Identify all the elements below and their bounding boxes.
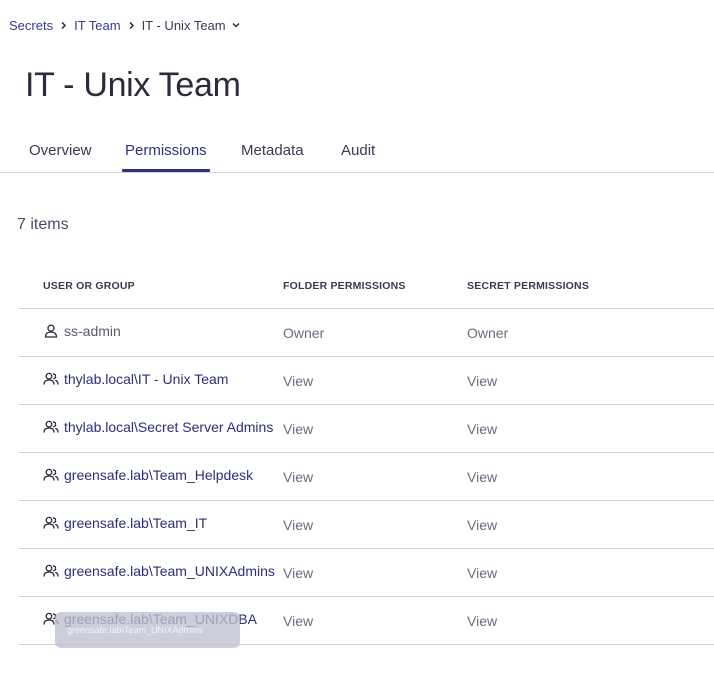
- tab-bar: Overview Permissions Metadata Audit: [0, 132, 714, 173]
- permissions-table: USER OR GROUP FOLDER PERMISSIONS SECRET …: [19, 262, 714, 645]
- cell-user-or-group[interactable]: thylab.local\Secret Server Admins: [43, 419, 280, 435]
- breadcrumb-current-label: IT - Unix Team: [141, 18, 226, 33]
- item-count: 7 items: [17, 216, 69, 233]
- breadcrumb-it-team-link[interactable]: IT Team: [74, 18, 120, 33]
- user-or-group-name[interactable]: thylab.local\Secret Server Admins: [64, 419, 273, 435]
- cell-secret-permission: View: [467, 469, 498, 485]
- table-body: ss-admin Owner Owner thylab.local\IT - Unix…: [19, 309, 714, 645]
- table-header: USER OR GROUP FOLDER PERMISSIONS SECRET …: [19, 262, 714, 309]
- group-icon: [43, 563, 59, 579]
- group-icon: [43, 467, 59, 483]
- breadcrumb-current[interactable]: IT - Unix Team: [142, 18, 242, 33]
- table-row[interactable]: greensafe.lab\Team_Helpdesk View View: [19, 453, 714, 501]
- table-row[interactable]: greensafe.lab\Team_IT View View: [19, 501, 714, 549]
- cell-folder-permission: View: [283, 565, 314, 581]
- cell-folder-permission: View: [283, 517, 314, 533]
- user-or-group-name[interactable]: greensafe.lab\Team_Helpdesk: [64, 467, 253, 483]
- cell-user-or-group[interactable]: greensafe.lab\Team_UNIXAdmins: [43, 563, 280, 579]
- cell-secret-permission: View: [467, 373, 498, 389]
- table-row[interactable]: thylab.local\IT - Unix Team View View: [19, 357, 714, 405]
- column-header-secret-permissions[interactable]: SECRET PERMISSIONS: [467, 280, 589, 292]
- tab-permissions[interactable]: Permissions: [125, 142, 207, 172]
- cell-user-or-group[interactable]: thylab.local\IT - Unix Team: [43, 371, 280, 387]
- cell-folder-permission: View: [283, 373, 314, 389]
- cell-secret-permission: View: [467, 421, 498, 437]
- tab-overview[interactable]: Overview: [29, 142, 92, 172]
- chevron-right-icon: [59, 21, 68, 30]
- user-or-group-name[interactable]: greensafe.lab\Team_IT: [64, 515, 207, 531]
- column-header-user-or-group[interactable]: USER OR GROUP: [43, 280, 135, 292]
- tab-audit[interactable]: Audit: [341, 142, 375, 172]
- user-or-group-name[interactable]: thylab.local\IT - Unix Team: [64, 371, 228, 387]
- page: Secrets IT Team IT - Unix Team IT - Unix…: [0, 0, 714, 693]
- cell-folder-permission: View: [283, 613, 314, 629]
- cell-user-or-group[interactable]: greensafe.lab\Team_IT: [43, 515, 280, 531]
- cell-folder-permission: View: [283, 469, 314, 485]
- group-icon: [43, 515, 59, 531]
- cell-folder-permission: View: [283, 421, 314, 437]
- tab-metadata[interactable]: Metadata: [241, 142, 304, 172]
- chevron-right-icon: [127, 21, 136, 30]
- user-or-group-name: ss-admin: [64, 323, 121, 339]
- cell-user-or-group[interactable]: greensafe.lab\Team_Helpdesk: [43, 467, 280, 483]
- cell-secret-permission: View: [467, 613, 498, 629]
- group-icon: [43, 419, 59, 435]
- table-row[interactable]: thylab.local\Secret Server Admins View Vie…: [19, 405, 714, 453]
- page-title: IT - Unix Team: [25, 66, 241, 104]
- column-header-folder-permissions[interactable]: FOLDER PERMISSIONS: [283, 280, 406, 292]
- cell-secret-permission: View: [467, 565, 498, 581]
- table-row[interactable]: greensafe.lab\Team_UNIXAdmins View View: [19, 549, 714, 597]
- group-icon: [43, 371, 59, 387]
- user-icon: [43, 323, 59, 339]
- cell-secret-permission: Owner: [467, 325, 509, 341]
- user-or-group-name[interactable]: greensafe.lab\Team_UNIXAdmins: [64, 563, 275, 579]
- breadcrumb-secrets-link[interactable]: Secrets: [9, 18, 53, 33]
- table-row[interactable]: ss-admin Owner Owner: [19, 309, 714, 357]
- cell-secret-permission: View: [467, 517, 498, 533]
- active-tab-indicator: [122, 169, 210, 172]
- chevron-down-icon[interactable]: [231, 20, 241, 30]
- breadcrumb: Secrets IT Team IT - Unix Team: [9, 18, 241, 33]
- cell-user-or-group[interactable]: ss-admin: [43, 323, 280, 339]
- tooltip: greensafe.lab\Team_UNIXAdmins: [55, 612, 240, 648]
- cell-folder-permission: Owner: [283, 325, 325, 341]
